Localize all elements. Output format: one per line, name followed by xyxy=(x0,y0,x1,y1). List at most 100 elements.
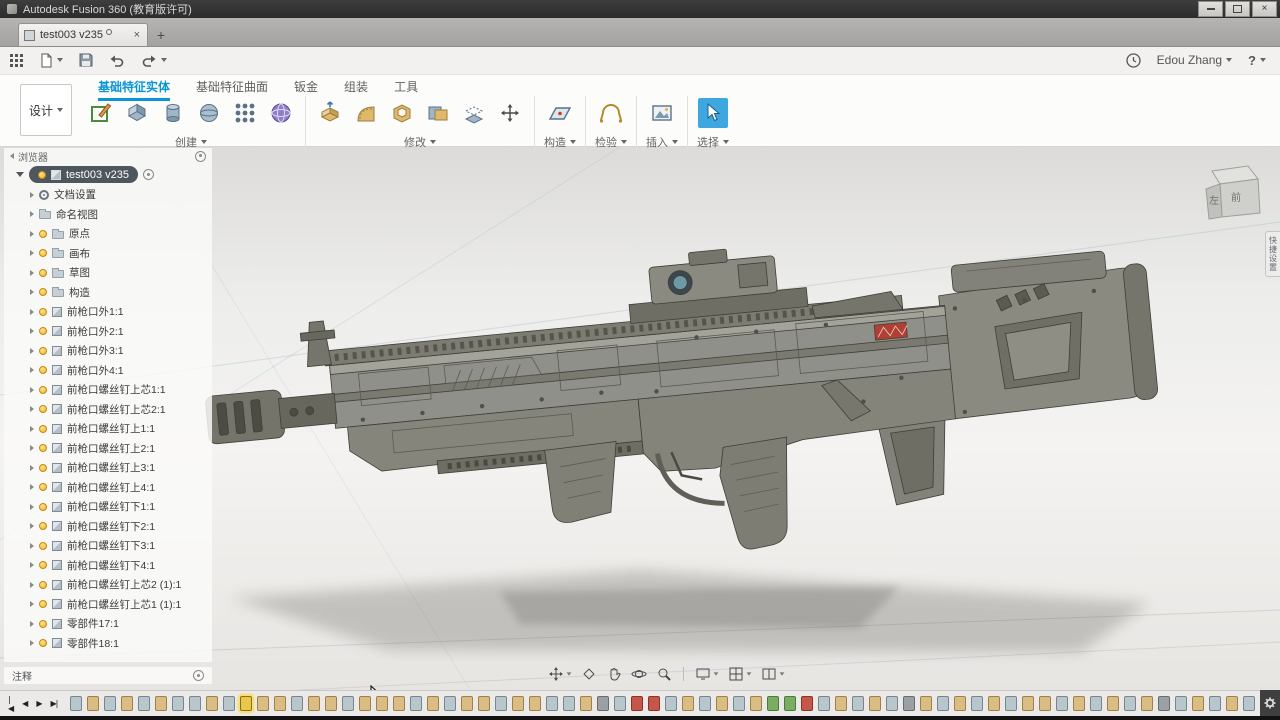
look-at-button[interactable] xyxy=(581,666,597,682)
display-settings-button[interactable] xyxy=(695,666,719,682)
expand-arrow-icon[interactable] xyxy=(30,406,34,413)
rifle-model[interactable] xyxy=(196,209,1169,600)
timeline-feature-8[interactable] xyxy=(206,696,219,711)
browser-root-pill[interactable]: test003 v235 xyxy=(29,166,138,183)
data-panel-toggle-button[interactable] xyxy=(10,53,23,67)
expand-arrow-icon[interactable] xyxy=(30,503,34,510)
orbit-button[interactable] xyxy=(631,666,647,682)
account-menu-button[interactable]: Edou Zhang xyxy=(1157,53,1233,67)
timeline-feature-5[interactable] xyxy=(155,696,168,711)
timeline-feature-11[interactable] xyxy=(257,696,270,711)
timeline-feature-24[interactable] xyxy=(478,696,491,711)
timeline-feature-62[interactable] xyxy=(1124,696,1137,711)
visibility-bulb-icon[interactable] xyxy=(39,327,47,336)
timeline-feature-17[interactable] xyxy=(359,696,372,711)
timeline-feature-52[interactable] xyxy=(954,696,967,711)
visibility-bulb-icon[interactable] xyxy=(39,463,47,472)
timeline-feature-37[interactable] xyxy=(699,696,712,711)
visibility-bulb-icon[interactable] xyxy=(39,522,47,531)
browser-item[interactable]: 前枪口螺丝钉上芯2:1 xyxy=(4,400,212,420)
visibility-bulb-icon[interactable] xyxy=(39,405,47,414)
timeline-feature-25[interactable] xyxy=(495,696,508,711)
timeline-feature-56[interactable] xyxy=(1022,696,1035,711)
comments-bar[interactable]: 注释 xyxy=(4,667,212,684)
browser-item[interactable]: 前枪口螺丝钉下2:1 xyxy=(4,517,212,537)
timeline-feature-66[interactable] xyxy=(1192,696,1205,711)
select-button[interactable] xyxy=(698,98,728,128)
move-copy-button[interactable] xyxy=(495,98,525,128)
browser-item[interactable]: 前枪口外1:1 xyxy=(4,302,212,322)
browser-root-row[interactable]: test003 v235 xyxy=(4,164,212,185)
expand-arrow-icon[interactable] xyxy=(30,386,34,393)
timeline-feature-9[interactable] xyxy=(223,696,236,711)
visibility-bulb-icon[interactable] xyxy=(38,170,46,179)
visibility-bulb-icon[interactable] xyxy=(39,600,47,609)
expand-arrow-icon[interactable] xyxy=(30,230,34,237)
collapse-panel-icon[interactable] xyxy=(10,153,14,159)
timeline-feature-23[interactable] xyxy=(461,696,474,711)
browser-item[interactable]: 构造 xyxy=(4,283,212,303)
construct-plane-button[interactable] xyxy=(545,98,575,128)
close-button[interactable]: × xyxy=(1252,1,1277,17)
visibility-bulb-icon[interactable] xyxy=(39,346,47,355)
expand-arrow-icon[interactable] xyxy=(30,191,34,198)
browser-item[interactable]: 前枪口螺丝钉下1:1 xyxy=(4,497,212,517)
create-sketch-button[interactable] xyxy=(86,98,116,128)
visibility-bulb-icon[interactable] xyxy=(39,385,47,394)
visibility-bulb-icon[interactable] xyxy=(39,366,47,375)
browser-item[interactable]: 草图 xyxy=(4,263,212,283)
activate-component-icon[interactable] xyxy=(143,169,154,180)
group-label-create[interactable]: 创建 xyxy=(175,134,207,150)
visibility-bulb-icon[interactable] xyxy=(39,249,47,258)
timeline-feature-15[interactable] xyxy=(325,696,338,711)
expand-arrow-icon[interactable] xyxy=(30,542,34,549)
expand-arrow-icon[interactable] xyxy=(30,367,34,374)
job-status-button[interactable] xyxy=(1126,52,1141,68)
visibility-bulb-icon[interactable] xyxy=(39,541,47,550)
timeline-feature-59[interactable] xyxy=(1073,696,1086,711)
visibility-bulb-icon[interactable] xyxy=(39,483,47,492)
timeline-feature-44[interactable] xyxy=(818,696,831,711)
timeline-feature-64[interactable] xyxy=(1158,696,1171,711)
timeline-feature-55[interactable] xyxy=(1005,696,1018,711)
timeline-feature-10[interactable] xyxy=(240,696,253,711)
offset-face-button[interactable] xyxy=(459,98,489,128)
timeline-feature-27[interactable] xyxy=(529,696,542,711)
save-button[interactable] xyxy=(79,53,93,67)
expand-arrow-icon[interactable] xyxy=(30,640,34,647)
browser-item[interactable]: 前枪口螺丝钉上芯2 (1):1 xyxy=(4,575,212,595)
timeline-feature-68[interactable] xyxy=(1226,696,1239,711)
browser-item[interactable]: 前枪口螺丝钉上2:1 xyxy=(4,439,212,459)
timeline-feature-48[interactable] xyxy=(886,696,899,711)
visibility-bulb-icon[interactable] xyxy=(39,561,47,570)
timeline-feature-30[interactable] xyxy=(580,696,593,711)
timeline-control-0[interactable]: |◀ xyxy=(5,693,16,715)
timeline-control-1[interactable]: ◀ xyxy=(19,697,30,710)
timeline-feature-69[interactable] xyxy=(1243,696,1256,711)
timeline-control-2[interactable]: ▶ xyxy=(33,697,44,710)
timeline-feature-28[interactable] xyxy=(546,696,559,711)
timeline-feature-36[interactable] xyxy=(682,696,695,711)
timeline-feature-26[interactable] xyxy=(512,696,525,711)
timeline-feature-40[interactable] xyxy=(750,696,763,711)
visibility-bulb-icon[interactable] xyxy=(39,502,47,511)
expand-arrow-icon[interactable] xyxy=(30,484,34,491)
timeline-feature-7[interactable] xyxy=(189,696,202,711)
timeline-feature-13[interactable] xyxy=(291,696,304,711)
timeline-feature-3[interactable] xyxy=(121,696,134,711)
right-panel-tab[interactable]: 快捷设置 xyxy=(1265,231,1280,277)
timeline-feature-39[interactable] xyxy=(733,696,746,711)
revolve-button[interactable] xyxy=(158,98,188,128)
timeline-feature-4[interactable] xyxy=(138,696,151,711)
expand-arrow-icon[interactable] xyxy=(30,464,34,471)
visibility-bulb-icon[interactable] xyxy=(39,307,47,316)
timeline-feature-54[interactable] xyxy=(988,696,1001,711)
timeline-feature-65[interactable] xyxy=(1175,696,1188,711)
timeline-feature-6[interactable] xyxy=(172,696,185,711)
timeline-feature-35[interactable] xyxy=(665,696,678,711)
timeline-settings-button[interactable] xyxy=(1260,690,1280,716)
measure-button[interactable] xyxy=(596,98,626,128)
timeline-control-3[interactable]: ▶| xyxy=(47,697,60,710)
timeline-feature-46[interactable] xyxy=(852,696,865,711)
expand-arrow-icon[interactable] xyxy=(30,601,34,608)
